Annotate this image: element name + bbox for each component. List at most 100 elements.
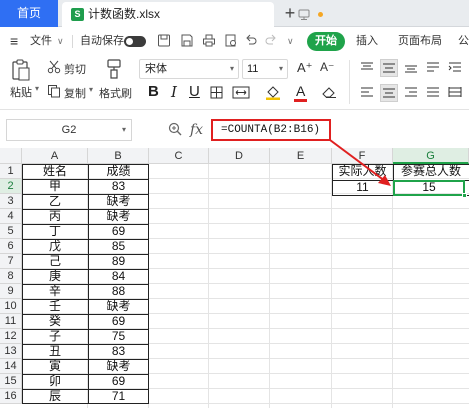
paste-icon[interactable] — [10, 58, 32, 82]
hamburger-icon[interactable]: ≡ — [10, 28, 18, 54]
column-header-b[interactable]: B — [88, 148, 149, 164]
paste-button[interactable]: 粘贴 — [10, 84, 32, 100]
shrink-font-button[interactable]: A⁻ — [320, 60, 334, 74]
row-header-8[interactable]: 8 — [0, 269, 22, 284]
unsaved-dot-icon — [318, 12, 323, 17]
cell-f1[interactable]: 实际人数 — [332, 164, 393, 179]
row-header-6[interactable]: 6 — [0, 239, 22, 254]
tab-start[interactable]: 开始 — [307, 32, 345, 51]
fill-color-icon[interactable] — [265, 85, 281, 100]
print-icon[interactable] — [202, 33, 216, 48]
italic-button[interactable]: I — [171, 81, 177, 103]
row-header-16[interactable]: 16 — [0, 389, 22, 404]
row-header-14[interactable]: 14 — [0, 359, 22, 374]
indent-icon[interactable] — [448, 62, 462, 74]
align-top-icon[interactable] — [360, 62, 374, 74]
data-table-row-line — [22, 314, 149, 315]
tab-workbook[interactable]: S 计数函数.xlsx — [62, 2, 323, 27]
cell-f2[interactable]: 11 — [332, 180, 393, 195]
row-header-2[interactable]: 2 — [0, 179, 22, 194]
gridline-column — [331, 164, 332, 408]
name-box-dropdown-icon[interactable]: ▾ — [122, 120, 126, 140]
grow-font-button[interactable]: A⁺ — [297, 60, 313, 76]
divider — [72, 35, 73, 48]
save-icon[interactable] — [180, 33, 194, 48]
merge-cells-icon[interactable] — [232, 86, 250, 99]
font-color-swatch — [294, 99, 307, 102]
column-header-f[interactable]: F — [332, 148, 393, 164]
row-header-15[interactable]: 15 — [0, 374, 22, 389]
row-header-7[interactable]: 7 — [0, 254, 22, 269]
column-header-d[interactable]: D — [209, 148, 270, 164]
cloud-save-icon[interactable] — [157, 33, 171, 48]
gridline-column — [208, 164, 209, 408]
tab-workbook-label: 计数函数.xlsx — [88, 7, 161, 21]
borders-icon[interactable] — [210, 86, 223, 99]
row-header-9[interactable]: 9 — [0, 284, 22, 299]
active-cell-border — [393, 180, 465, 196]
name-box[interactable]: G2 ▾ — [6, 119, 132, 141]
spreadsheet-icon: S — [71, 8, 84, 21]
font-size-dropdown-icon[interactable]: ▾ — [279, 60, 283, 78]
format-painter-button[interactable]: 格式刷 — [99, 85, 132, 101]
align-bottom-icon[interactable] — [404, 62, 418, 74]
column-header-c[interactable]: C — [149, 148, 209, 164]
align-right-icon[interactable] — [404, 87, 418, 99]
data-table-row-line — [22, 254, 149, 255]
row-header-13[interactable]: 13 — [0, 344, 22, 359]
formula-input[interactable]: =COUNTA(B2:B16) — [211, 119, 331, 141]
font-name-select[interactable]: 宋体 ▾ — [139, 59, 239, 79]
insert-function-icon[interactable]: fx — [190, 119, 203, 141]
zoom-icon[interactable] — [168, 122, 182, 136]
data-table-row-line — [22, 329, 149, 330]
tab-formulas-partial[interactable]: 公 — [458, 28, 469, 54]
row-header-5[interactable]: 5 — [0, 224, 22, 239]
tab-page-layout[interactable]: 页面布局 — [398, 28, 442, 54]
fill-handle[interactable] — [462, 193, 467, 198]
quick-access-chevron-icon[interactable]: ∨ — [287, 28, 294, 54]
data-table-row-line — [22, 344, 149, 345]
tab-home[interactable]: 首页 — [0, 0, 58, 27]
new-tab-button[interactable]: + — [280, 2, 300, 25]
tab-insert[interactable]: 插入 — [356, 28, 378, 54]
ribbon-divider — [349, 60, 350, 104]
row-header-3[interactable]: 3 — [0, 194, 22, 209]
copy-icon[interactable] — [47, 84, 61, 98]
align-left-icon[interactable] — [360, 87, 374, 99]
cut-button[interactable]: 剪切 — [64, 61, 86, 77]
print-preview-icon[interactable] — [224, 33, 238, 48]
distributed-icon[interactable] — [448, 87, 462, 99]
clear-format-icon[interactable] — [321, 85, 337, 99]
underline-button[interactable]: U — [189, 81, 200, 103]
align-middle-icon[interactable] — [380, 59, 398, 77]
copy-dropdown-icon[interactable]: ▾ — [89, 85, 93, 94]
row-header-10[interactable]: 10 — [0, 299, 22, 314]
undo-icon[interactable] — [244, 33, 258, 48]
justify-icon[interactable] — [426, 87, 440, 99]
menu-file[interactable]: 文件 — [30, 28, 52, 54]
align-center-icon[interactable] — [380, 84, 398, 102]
menu-bar: ≡ 文件 ∨ 自动保存 ∨ 开始 插入 页面布局 公 — [0, 28, 469, 54]
row-header-4[interactable]: 4 — [0, 209, 22, 224]
paste-dropdown-icon[interactable]: ▾ — [35, 84, 39, 93]
chevron-down-icon[interactable]: ∨ — [57, 28, 64, 54]
bold-button[interactable]: B — [148, 81, 159, 103]
format-painter-icon[interactable] — [105, 58, 123, 80]
font-size-select[interactable]: 11 ▾ — [242, 59, 288, 79]
copy-button[interactable]: 复制 — [64, 85, 86, 101]
column-header-e[interactable]: E — [270, 148, 332, 164]
autosave-toggle[interactable] — [124, 36, 146, 47]
cell-g1[interactable]: 参赛总人数 — [393, 164, 469, 179]
gridline-column — [392, 164, 393, 408]
row-header-11[interactable]: 11 — [0, 314, 22, 329]
column-header-a[interactable]: A — [22, 148, 88, 164]
row-header-1[interactable]: 1 — [0, 164, 22, 179]
redo-icon[interactable] — [264, 33, 278, 48]
row-header-12[interactable]: 12 — [0, 329, 22, 344]
select-all-corner[interactable] — [0, 148, 22, 164]
data-table-row-line — [22, 299, 149, 300]
wrap-text-icon[interactable] — [426, 62, 440, 74]
column-header-g[interactable]: G — [393, 148, 469, 164]
scissors-icon[interactable] — [47, 60, 61, 74]
font-name-dropdown-icon[interactable]: ▾ — [230, 60, 234, 78]
